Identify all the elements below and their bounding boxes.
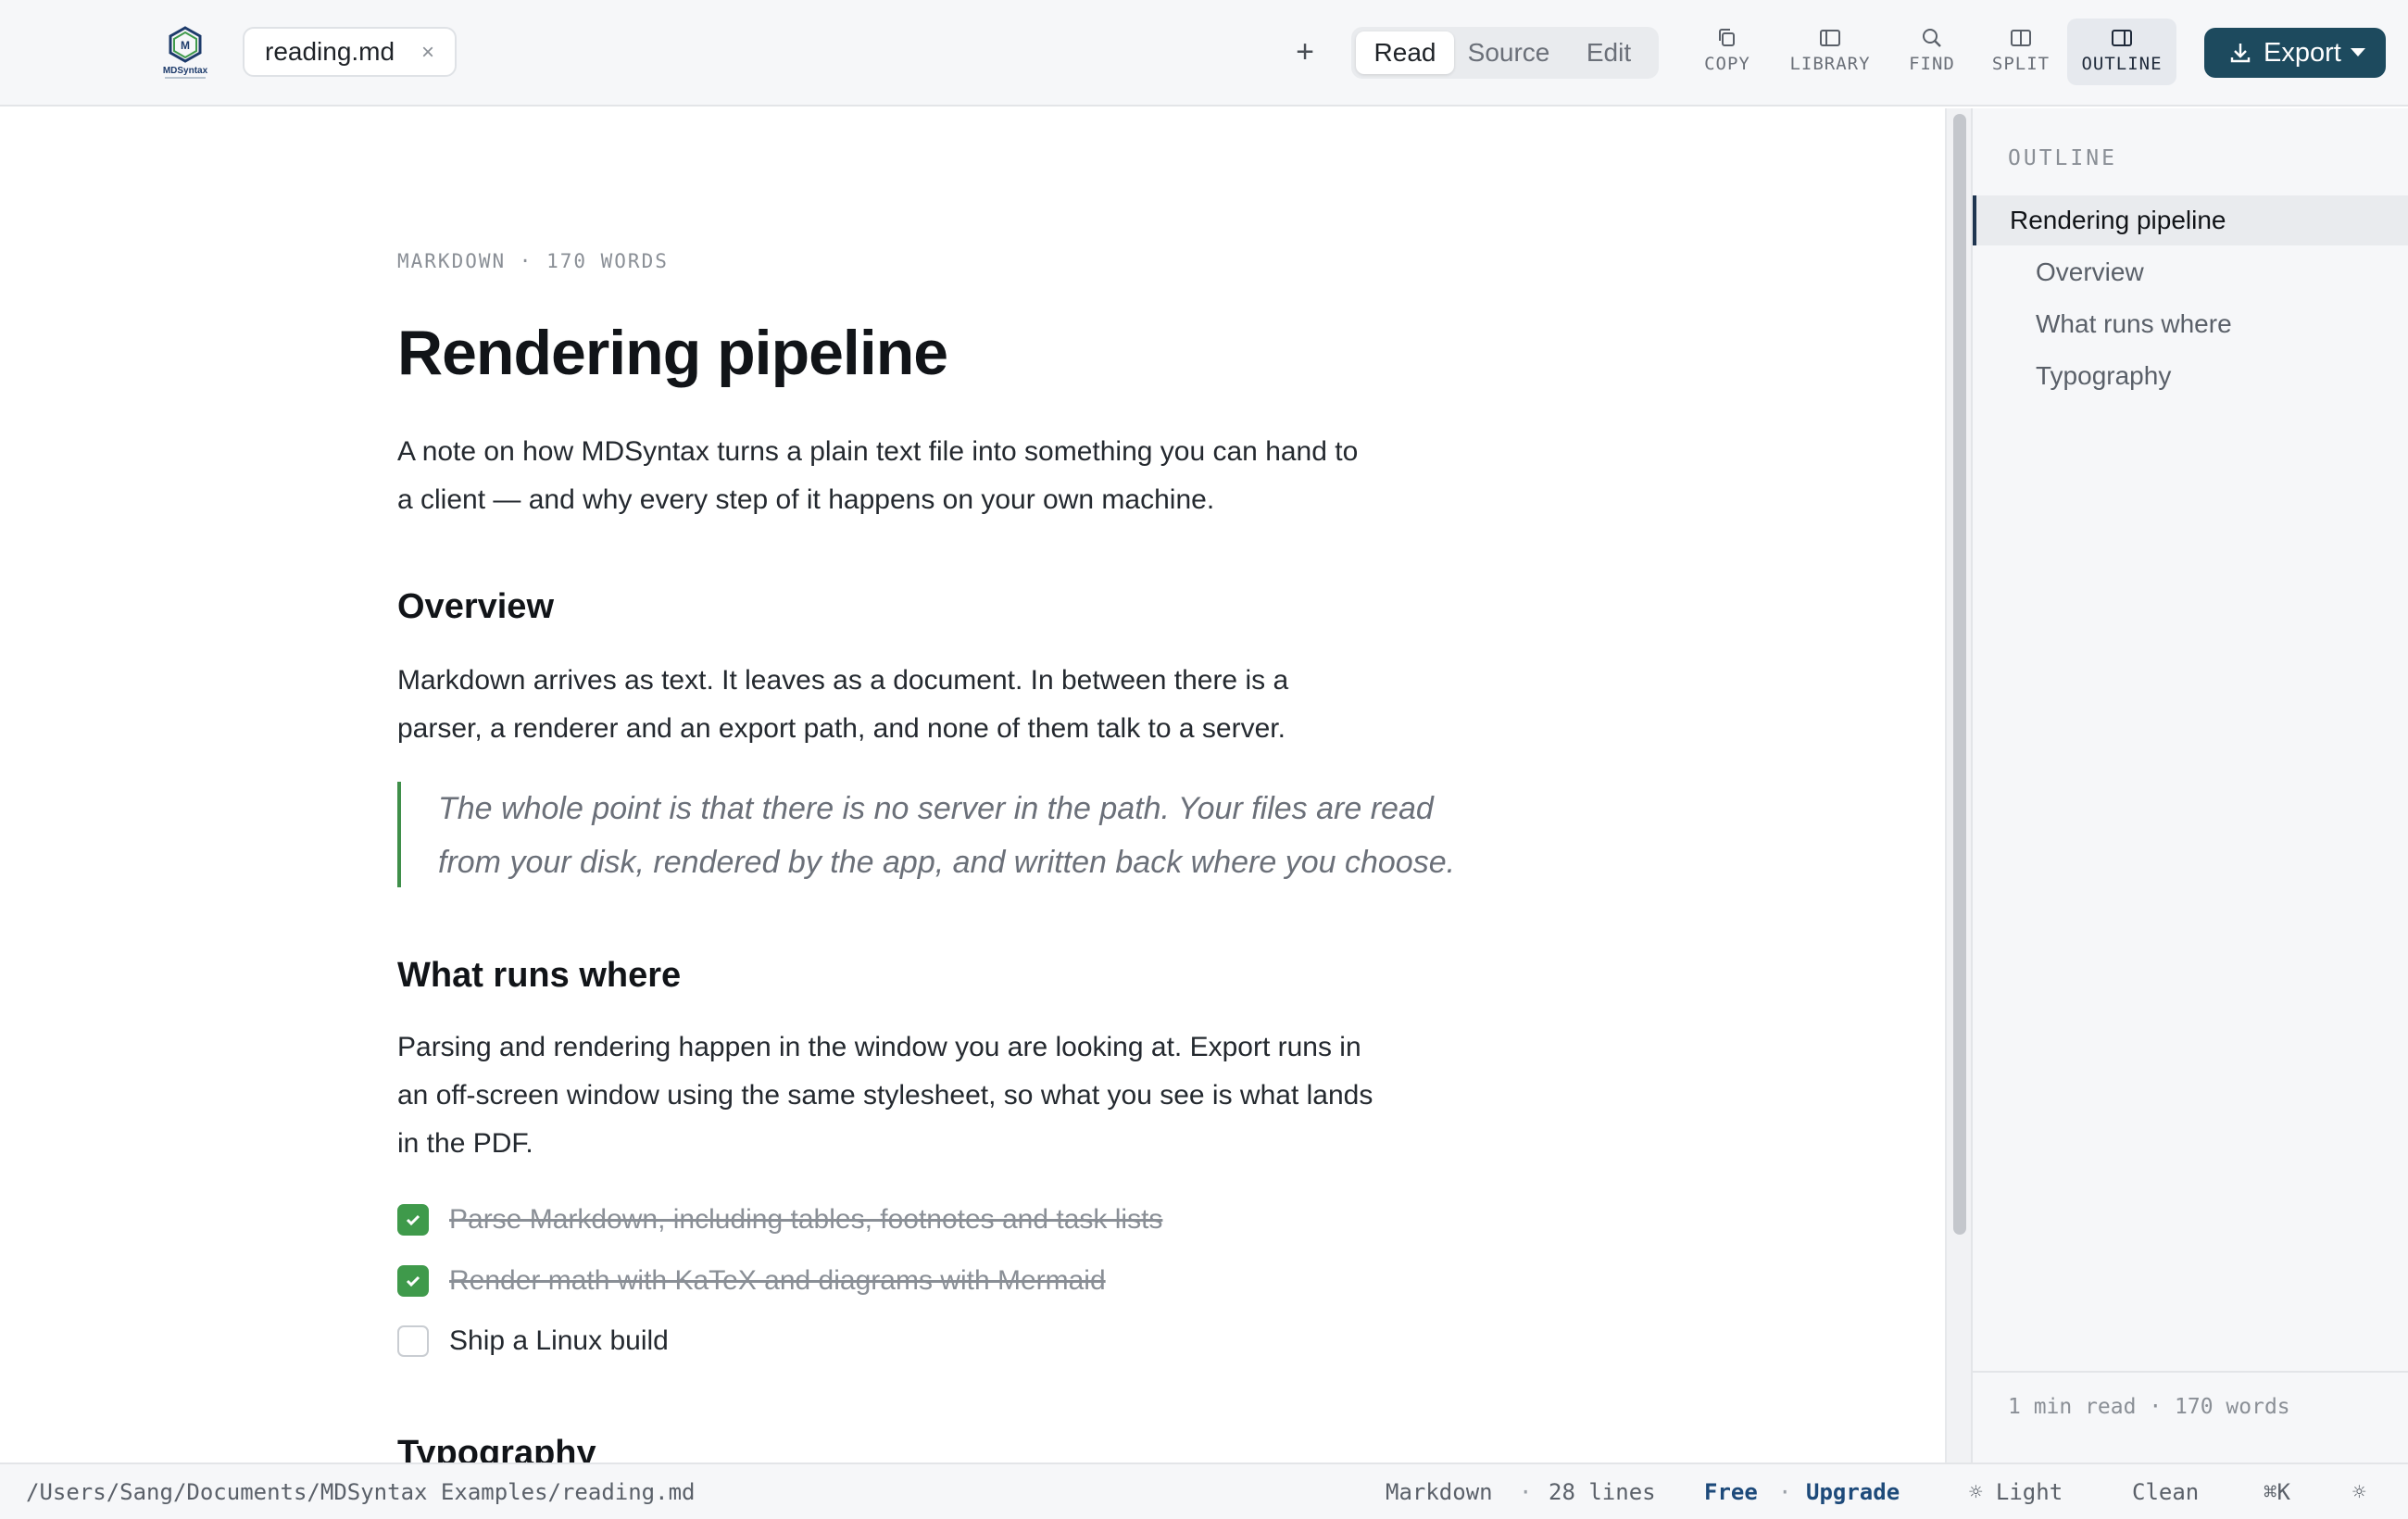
upgrade-link[interactable]: Upgrade [1806,1479,1900,1505]
export-label: Export [2264,37,2341,68]
intro-line-2: a client — and why every step of it happ… [397,484,1215,515]
task-checkbox-checked[interactable] [397,1204,429,1236]
line-count: 28 lines [1549,1479,1656,1505]
file-tab-name: reading.md [265,37,395,66]
runs-line-3: in the PDF. [397,1128,533,1159]
split-view-icon [2011,30,2031,46]
outline-item-what-runs-where[interactable]: What runs where [1973,299,2408,349]
svg-text:MDSyntax: MDSyntax [163,66,208,76]
task-text: Render math with KaTeX and diagrams with… [449,1265,1106,1296]
scrollbar-thumb[interactable] [1953,114,1966,1235]
status-separator: · [1778,1479,1792,1505]
app-logo[interactable]: M MDSyntax [154,24,217,82]
document-title: Rendering pipeline [397,318,948,388]
chevron-down-icon [2351,48,2365,56]
outline-item-overview[interactable]: Overview [1973,247,2408,297]
close-icon[interactable]: × [421,40,434,66]
search-icon [1923,29,1941,47]
top-bar: M MDSyntax reading.md × + Read Source Ed… [0,0,2408,107]
settings-icon[interactable]: ☼ [2352,1479,2365,1505]
find-label: FIND [1909,54,1955,74]
runs-line-1: Parsing and rendering happen in the wind… [397,1032,1361,1062]
outline-item-rendering-pipeline[interactable]: Rendering pipeline [1973,195,2408,245]
svg-text:M: M [181,39,190,52]
outline-heading: OUTLINE [2008,146,2117,170]
view-mode-read[interactable]: Read [1356,31,1454,74]
command-palette-shortcut[interactable]: ⌘K [2264,1479,2290,1505]
outline-label: OUTLINE [2081,54,2163,74]
task-text: Ship a Linux build [449,1325,669,1356]
status-separator: · [1519,1479,1533,1505]
outline-button[interactable]: OUTLINE [2067,19,2176,85]
view-mode-edit[interactable]: Edit [1562,31,1655,74]
split-button[interactable]: SPLIT [1982,19,2060,85]
task-text: Parse Markdown, including tables, footno… [449,1204,1163,1235]
file-tab[interactable]: reading.md × [243,27,457,77]
quote-line-1: The whole point is that there is no serv… [438,791,1434,826]
view-mode-source[interactable]: Source [1458,31,1560,74]
task-item: Parse Markdown, including tables, footno… [397,1201,1162,1238]
style-selector[interactable]: Clean [2132,1479,2199,1505]
view-mode-switcher: Read Source Edit [1351,27,1659,79]
check-icon [406,1275,420,1287]
theme-toggle[interactable]: ☼ Light [1969,1479,2063,1505]
intro-line-1: A note on how MDSyntax turns a plain tex… [397,436,1359,467]
document-scrollbar[interactable] [1945,108,1971,1463]
status-bar: /Users/Sang/Documents/MDSyntax Examples/… [0,1463,2408,1519]
outline-item-typography[interactable]: Typography [1973,351,2408,401]
copy-icon [1719,29,1735,46]
outline-panel: OUTLINE Rendering pipeline Overview What… [1971,108,2408,1463]
blockquote: The whole point is that there is no serv… [397,782,1509,887]
task-item: Render math with KaTeX and diagrams with… [397,1262,1106,1299]
document-format[interactable]: Markdown [1386,1479,1493,1505]
new-tab-button[interactable]: + [1289,31,1321,72]
mdsyntax-logo-icon: M MDSyntax [163,26,208,79]
find-button[interactable]: FIND [1895,19,1969,85]
runs-line-2: an off-screen window using the same styl… [397,1080,1373,1111]
heading-what-runs-where: What runs where [397,956,682,995]
library-label: LIBRARY [1789,54,1871,74]
copy-button[interactable]: COPY [1691,19,1763,85]
download-icon [2230,44,2251,63]
library-button[interactable]: LIBRARY [1778,19,1882,85]
task-checkbox-checked[interactable] [397,1265,429,1297]
overview-line-1: Markdown arrives as text. It leaves as a… [397,665,1289,696]
plan-badge: Free [1704,1479,1758,1505]
split-label: SPLIT [1991,54,2051,74]
library-icon [1820,30,1840,46]
document-meta: MARKDOWN · 170 WORDS [397,250,669,272]
task-item: Ship a Linux build [397,1323,669,1360]
export-button[interactable]: Export [2204,28,2386,78]
outline-footer: 1 min read · 170 words [1973,1371,2408,1463]
heading-overview: Overview [397,587,554,626]
task-checkbox-unchecked[interactable] [397,1325,429,1357]
outline-panel-icon [2112,30,2132,46]
check-icon [406,1214,420,1226]
file-path[interactable]: /Users/Sang/Documents/MDSyntax Examples/… [26,1479,695,1505]
heading-typography: Typography [397,1434,596,1463]
overview-line-2: parser, a renderer and an export path, a… [397,713,1286,744]
quote-line-2: from your disk, rendered by the app, and… [438,845,1456,880]
document-view[interactable]: MARKDOWN · 170 WORDS Rendering pipeline … [0,108,1945,1463]
reading-stats: 1 min read · 170 words [2008,1395,2290,1419]
copy-label: COPY [1704,54,1750,74]
